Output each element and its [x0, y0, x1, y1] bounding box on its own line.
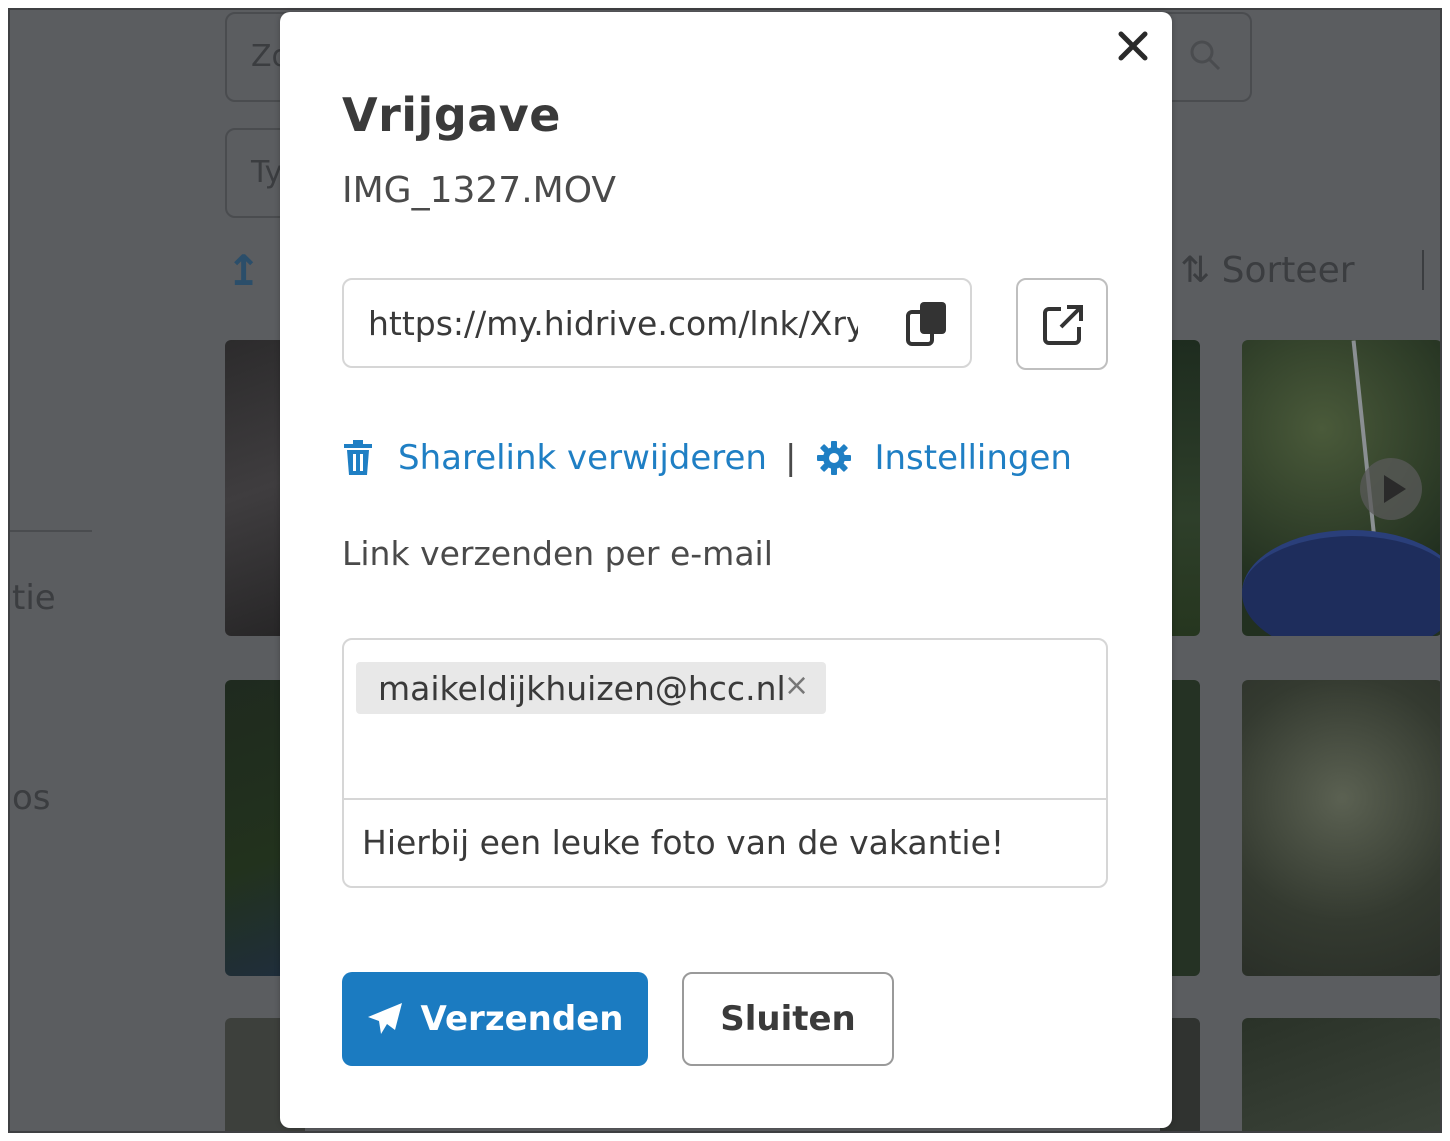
background-sidebar-item: os	[12, 778, 51, 818]
recipient-chip: maikeldijkhuizen@hcc.nl ×	[356, 662, 826, 714]
email-section-label: Link verzenden per e-mail	[342, 534, 773, 573]
share-dialog: Vrijgave IMG_1327.MOV Sharelink verwijde…	[280, 12, 1172, 1128]
open-link-button[interactable]	[1016, 278, 1108, 370]
delete-sharelink-link[interactable]: Sharelink verwijderen	[342, 438, 767, 478]
settings-label: Instellingen	[874, 438, 1072, 478]
sort-icon: ⇅	[1180, 250, 1211, 291]
up-arrow-icon: ↥	[226, 246, 262, 295]
link-actions: Sharelink verwijderen | Instellingen	[342, 432, 1072, 484]
paper-plane-icon	[367, 1003, 402, 1034]
send-label: Verzenden	[420, 999, 624, 1039]
background-sort-label: Sorteer	[1221, 250, 1355, 291]
email-compose-box: maikeldijkhuizen@hcc.nl ×	[342, 638, 1108, 888]
close-icon[interactable]	[1113, 26, 1153, 66]
play-icon	[1360, 458, 1422, 520]
dialog-title: Vrijgave	[342, 88, 561, 142]
search-icon	[1190, 40, 1221, 71]
copy-icon[interactable]	[906, 300, 950, 348]
close-button[interactable]: Sluiten	[682, 972, 894, 1066]
send-button[interactable]: Verzenden	[342, 972, 648, 1066]
recipient-email: maikeldijkhuizen@hcc.nl	[378, 668, 786, 708]
share-link-field	[342, 278, 972, 368]
background-thumbnail	[1242, 680, 1440, 976]
external-link-icon	[1043, 305, 1083, 345]
settings-link[interactable]: Instellingen	[816, 438, 1072, 478]
background-thumbnail	[1242, 340, 1440, 636]
background-sidebar-divider	[10, 530, 92, 532]
close-label: Sluiten	[720, 999, 856, 1039]
share-link-input[interactable]	[368, 298, 858, 348]
gear-icon	[817, 441, 852, 475]
message-input[interactable]	[362, 816, 1082, 868]
background-thumbnail	[1242, 1018, 1440, 1131]
background-sidebar-item: tie	[12, 578, 56, 618]
remove-recipient-button[interactable]: ×	[784, 668, 809, 703]
delete-sharelink-label: Sharelink verwijderen	[398, 438, 767, 478]
email-box-divider	[344, 798, 1106, 800]
link-separator: |	[784, 438, 797, 478]
background-sort-button: ⇅ Sorteer	[1180, 250, 1355, 291]
file-name: IMG_1327.MOV	[342, 170, 617, 211]
background-divider	[1422, 250, 1424, 290]
trash-icon	[344, 440, 372, 475]
